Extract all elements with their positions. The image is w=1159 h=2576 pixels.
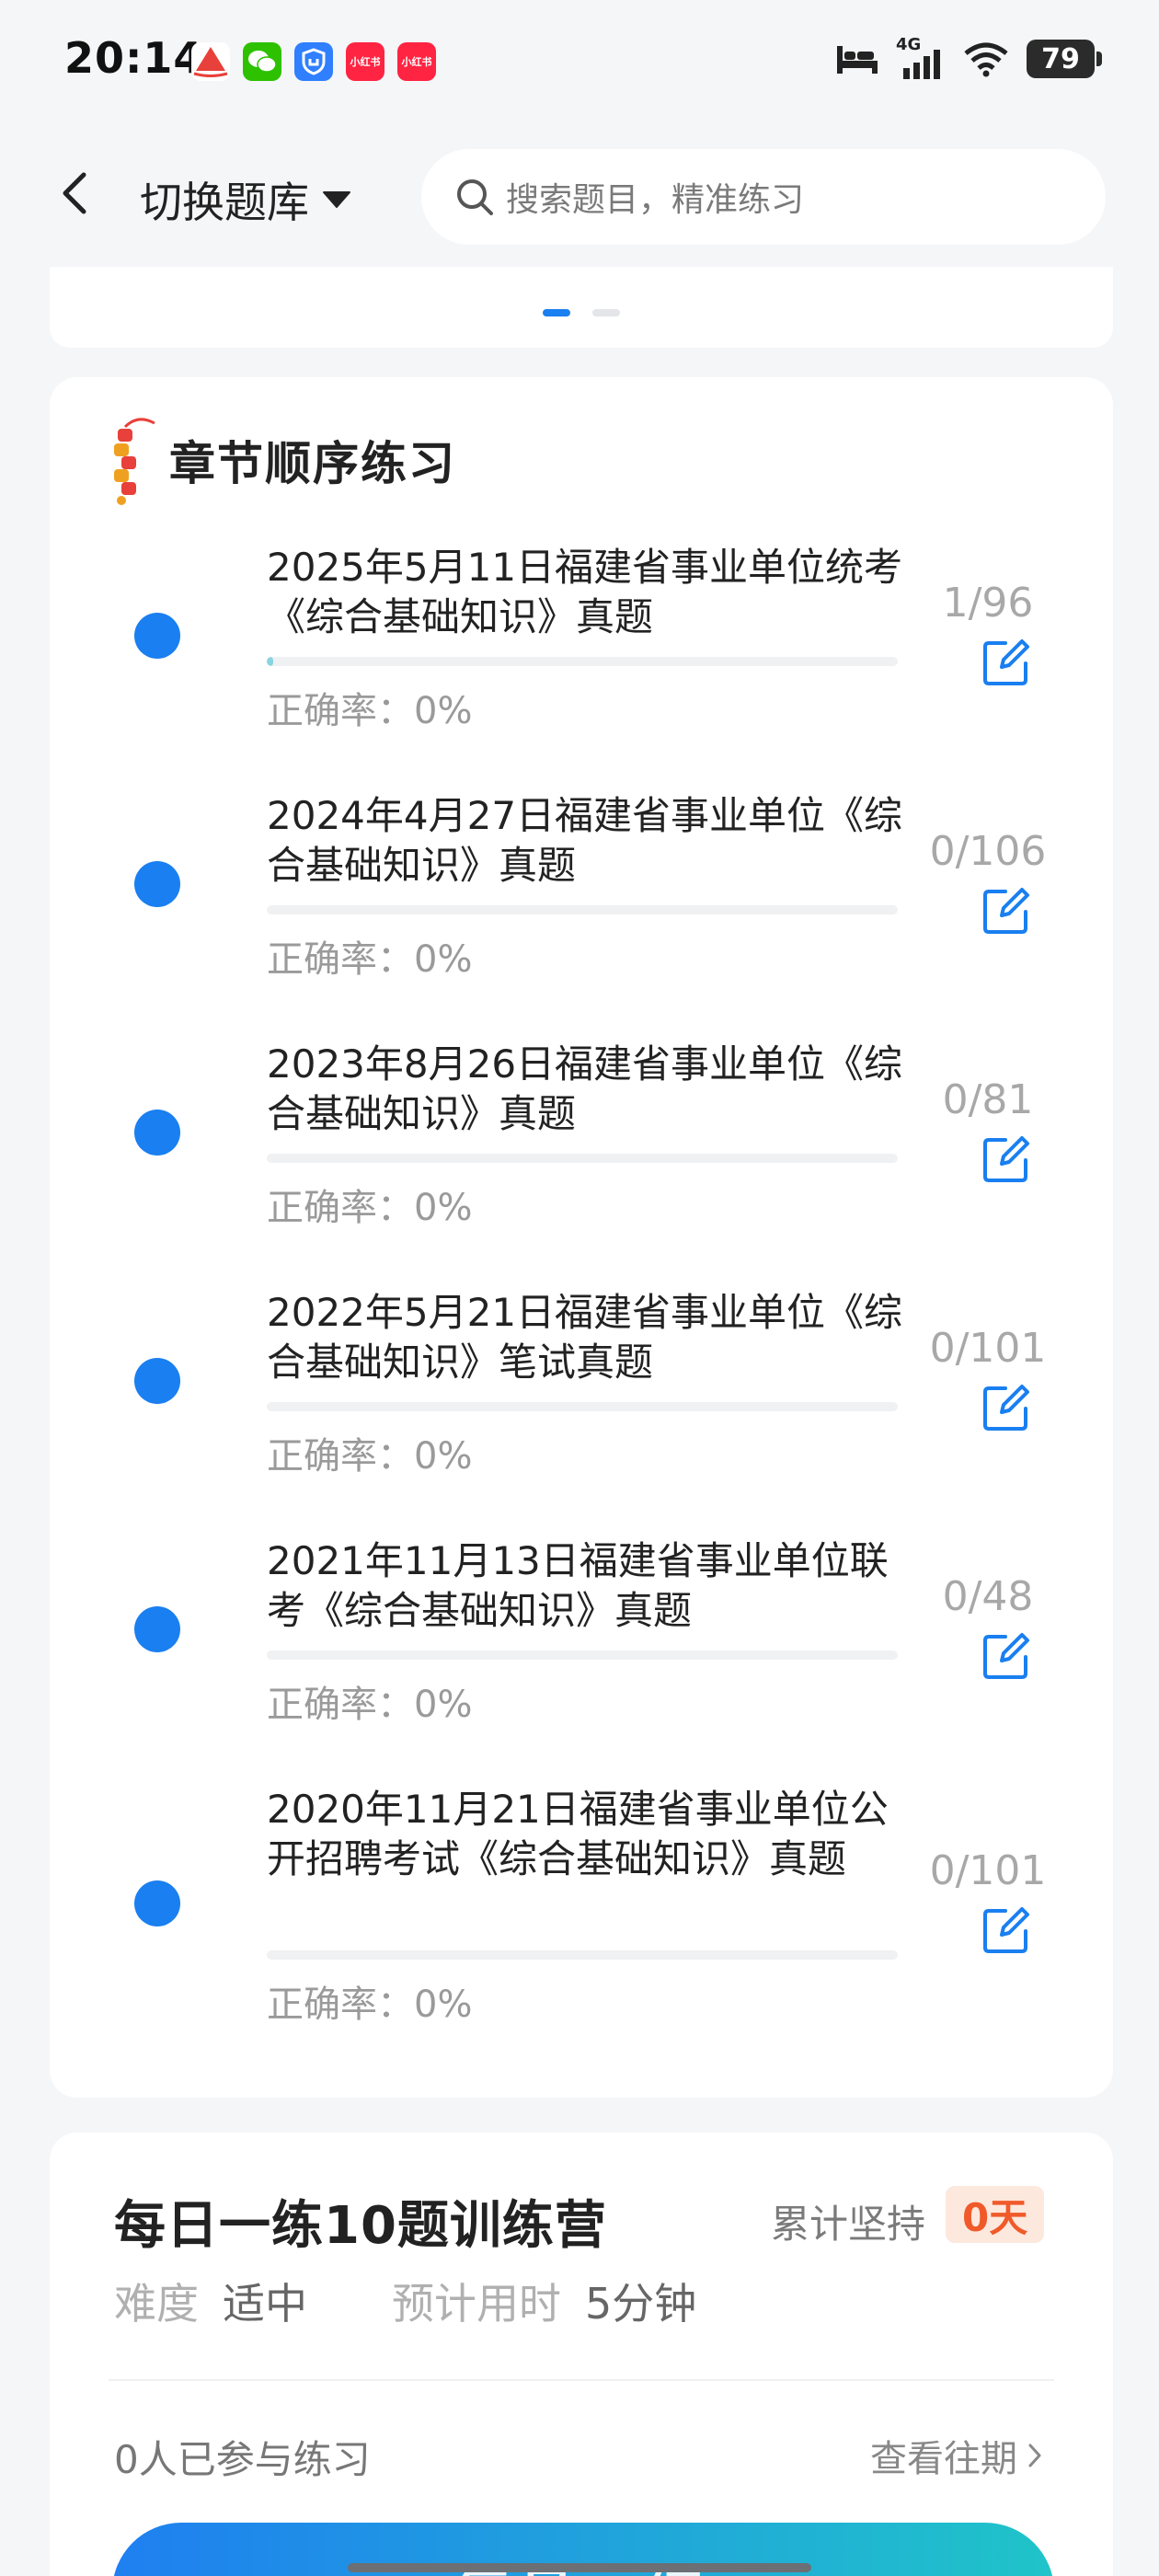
- edit-icon: [983, 888, 1029, 934]
- item-bullet: [134, 1358, 180, 1404]
- edit-button[interactable]: [979, 1903, 1034, 1958]
- item-count: 0/101: [929, 1847, 1047, 1894]
- xiaohongshu-label: 小红书: [350, 56, 381, 68]
- search-input[interactable]: 搜索题目，精准练习: [421, 149, 1106, 245]
- edit-button[interactable]: [979, 883, 1034, 938]
- edit-icon: [983, 1385, 1029, 1431]
- item-progress-bar: [267, 1650, 898, 1660]
- streak-label: 累计坚持: [771, 2202, 926, 2247]
- signal-group: 4G: [896, 35, 946, 79]
- caret-down-icon: [323, 191, 350, 208]
- banner-card: [50, 267, 1113, 348]
- header: 切换题库 搜索题目，精准练习: [0, 129, 1159, 267]
- status-time: 20:14: [64, 33, 204, 83]
- chapter-item[interactable]: 2025年5月11日福建省事业单位统考《综合基础知识》真题 正确率：0% 1/9…: [50, 543, 1113, 791]
- chapter-item[interactable]: 2023年8月26日福建省事业单位《综合基础知识》真题 正确率：0% 0/81: [50, 1040, 1113, 1288]
- item-title: 2022年5月21日福建省事业单位《综合基础知识》笔试真题: [267, 1290, 903, 1385]
- edit-icon: [983, 639, 1029, 685]
- item-count: 1/96: [942, 580, 1034, 627]
- participants-count: 0人已参与练习: [114, 2437, 371, 2482]
- time-label: 预计用时: [392, 2279, 561, 2329]
- status-right: 4G 79: [835, 35, 1102, 79]
- item-progress-bar: [267, 1154, 898, 1163]
- chapter-practice-card: 章节顺序练习 2025年5月11日福建省事业单位统考《综合基础知识》真题 正确率…: [50, 377, 1113, 2098]
- chapter-title: 章节顺序练习: [169, 437, 456, 490]
- meta-row: 难度 适中 预计用时 5分钟: [114, 2271, 696, 2331]
- item-count: 0/48: [942, 1573, 1034, 1620]
- wechat-icon: [243, 42, 281, 81]
- cellular-signal-icon: [903, 50, 940, 79]
- item-title: 2024年4月27日福建省事业单位《综合基础知识》真题: [267, 793, 903, 888]
- difficulty-label: 难度: [114, 2279, 199, 2329]
- difficulty-value: 适中: [223, 2279, 307, 2329]
- daily-practice-card: 每日一练10题训练营 累计坚持 0天 难度 适中 预计用时 5分钟 0人已参与练…: [50, 2133, 1113, 2576]
- item-accuracy: 正确率：0%: [267, 1187, 473, 1229]
- edit-icon: [983, 1907, 1029, 1953]
- item-bullet: [134, 1606, 180, 1652]
- carousel-dot-active[interactable]: [543, 309, 570, 316]
- divider: [109, 2379, 1054, 2381]
- edit-button[interactable]: [979, 1628, 1034, 1684]
- item-bullet: [134, 1110, 180, 1156]
- item-count: 0/81: [942, 1076, 1034, 1123]
- search-icon: [457, 179, 493, 215]
- chapter-item[interactable]: 2021年11月13日福建省事业单位联考《综合基础知识》真题 正确率：0% 0/…: [50, 1536, 1113, 1785]
- item-title: 2020年11月21日福建省事业单位公开招聘考试《综合基础知识》真题: [267, 1787, 889, 1881]
- search-placeholder: 搜索题目，精准练习: [506, 181, 805, 219]
- chevron-left-icon: [63, 172, 86, 214]
- switch-bank-label: 切换题库: [140, 178, 309, 227]
- item-title: 2025年5月11日福建省事业单位统考《综合基础知识》真题: [267, 545, 903, 639]
- battery-indicator: 79: [1027, 40, 1102, 78]
- bed-icon: [837, 46, 878, 74]
- chevron-right-icon: [1028, 2444, 1041, 2467]
- item-count: 0/101: [929, 1325, 1047, 1372]
- edit-icon: [983, 1136, 1029, 1182]
- notification-icons: 小红书 小红书: [191, 42, 436, 81]
- xiaohongshu-icon: 小红书: [397, 42, 436, 81]
- shield-app-icon: [294, 42, 333, 81]
- edit-button[interactable]: [979, 635, 1034, 690]
- view-history-link[interactable]: 查看往期: [870, 2429, 1043, 2482]
- view-history-label: 查看往期: [870, 2438, 1017, 2480]
- page: 20:14 小红书 小红书 4G 79 切换题库 搜索题目，精准练习 章节顺序练…: [0, 0, 1159, 2576]
- item-accuracy: 正确率：0%: [267, 690, 473, 732]
- chapter-item[interactable]: 2024年4月27日福建省事业单位《综合基础知识》真题 正确率：0% 0/106: [50, 791, 1113, 1040]
- daily-title: 每日一练10题训练营: [114, 2196, 607, 2256]
- item-accuracy: 正确率：0%: [267, 1684, 473, 1726]
- streak-badge: 0天: [946, 2186, 1045, 2243]
- home-indicator[interactable]: [348, 2563, 811, 2572]
- edit-button[interactable]: [979, 1380, 1034, 1435]
- xiaohongshu-icon: 小红书: [346, 42, 384, 81]
- carousel-dot[interactable]: [592, 309, 620, 316]
- switch-bank-dropdown[interactable]: 切换题库: [140, 169, 351, 230]
- item-accuracy: 正确率：0%: [267, 938, 473, 981]
- item-progress-bar: [267, 1950, 898, 1960]
- item-bullet: [134, 1880, 180, 1926]
- item-progress-bar: [267, 905, 898, 914]
- firecracker-icon: [114, 418, 155, 505]
- chapter-item[interactable]: 2020年11月21日福建省事业单位公开招聘考试《综合基础知识》真题 正确率：0…: [50, 1785, 1113, 2061]
- status-bar: 20:14 小红书 小红书 4G 79: [0, 0, 1159, 129]
- item-title: 2021年11月13日福建省事业单位联考《综合基础知识》真题: [267, 1538, 889, 1633]
- item-progress-bar: [267, 1402, 898, 1411]
- back-button[interactable]: [46, 166, 101, 221]
- edit-icon: [983, 1633, 1029, 1679]
- item-title: 2023年8月26日福建省事业单位《综合基础知识》真题: [267, 1041, 903, 1136]
- chapter-header: 章节顺序练习: [101, 414, 456, 506]
- xiaohongshu-label: 小红书: [401, 56, 432, 68]
- chapter-item[interactable]: 2022年5月21日福建省事业单位《综合基础知识》笔试真题 正确率：0% 0/1…: [50, 1288, 1113, 1536]
- item-progress-fill: [267, 657, 274, 666]
- item-accuracy: 正确率：0%: [267, 1435, 473, 1478]
- item-progress-bar: [267, 657, 898, 666]
- item-count: 0/106: [929, 828, 1047, 875]
- edit-button[interactable]: [979, 1132, 1034, 1187]
- item-bullet: [134, 613, 180, 659]
- item-bullet: [134, 861, 180, 907]
- item-accuracy: 正确率：0%: [267, 1984, 473, 2026]
- time-value: 5分钟: [585, 2279, 697, 2329]
- wifi-icon: [964, 42, 1008, 77]
- sail-app-icon: [191, 42, 230, 81]
